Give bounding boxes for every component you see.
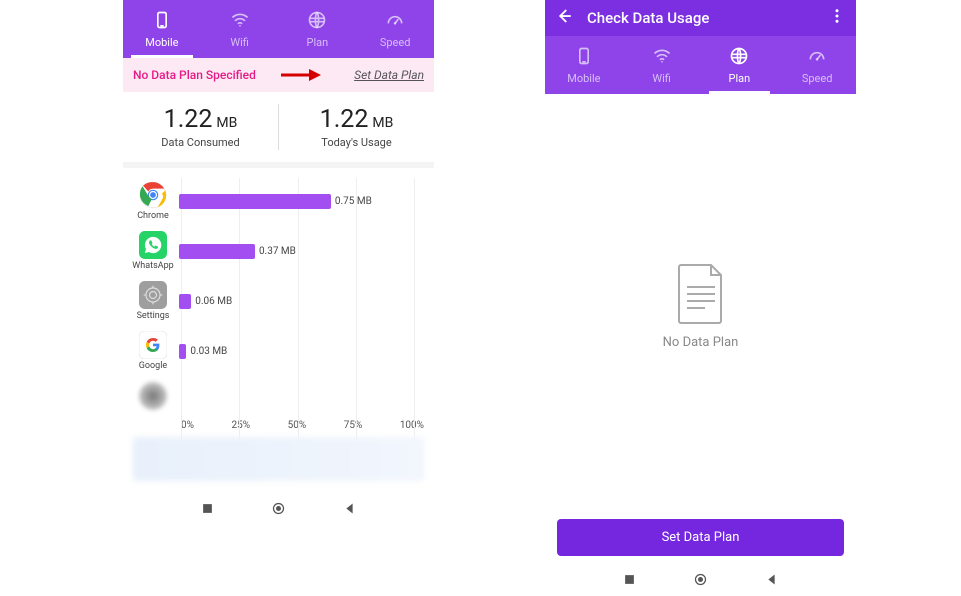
empty-state: No Data Plan — [545, 94, 856, 519]
tab-label: Plan — [729, 72, 751, 85]
set-data-plan-button[interactable]: Set Data Plan — [557, 519, 844, 556]
tab-label: Speed — [380, 36, 411, 49]
tab-plan[interactable]: Plan — [701, 36, 779, 94]
tabs-header: Mobile Wifi Plan Speed — [123, 0, 434, 58]
chart-axis: 0% 25% 50% 75% 100% — [133, 420, 424, 431]
settings-icon — [139, 281, 167, 309]
usage-value: 0.06 MB — [191, 294, 232, 309]
nav-home-icon[interactable] — [271, 501, 286, 520]
tab-label: Mobile — [145, 36, 178, 49]
stat-unit: MB — [372, 115, 393, 131]
app-bar: Check Data Usage — [545, 0, 856, 36]
app-name: Chrome — [137, 211, 169, 221]
axis-tick: 100% — [400, 420, 424, 431]
bar-track: 0.06 MB — [179, 294, 424, 309]
overflow-menu-icon[interactable] — [828, 7, 846, 29]
stat-label: Today's Usage — [321, 136, 391, 149]
android-nav-bar — [545, 566, 856, 596]
tab-label: Mobile — [567, 72, 600, 85]
alert-message: No Data Plan Specified — [133, 68, 256, 82]
app-usage-row[interactable]: Settings 0.06 MB — [133, 276, 424, 326]
nav-back-icon[interactable] — [764, 572, 779, 591]
tab-mobile[interactable]: Mobile — [123, 0, 201, 58]
nav-home-icon[interactable] — [693, 572, 708, 591]
usage-value: 0.03 MB — [186, 344, 227, 359]
google-icon — [139, 331, 167, 359]
stat-label: Data Consumed — [161, 136, 239, 149]
app-name: Settings — [137, 311, 170, 321]
plan-icon — [307, 10, 327, 33]
tab-mobile[interactable]: Mobile — [545, 36, 623, 94]
android-nav-bar — [123, 495, 434, 525]
tab-label: Speed — [802, 72, 833, 85]
tab-wifi[interactable]: Wifi — [623, 36, 701, 94]
speed-icon — [807, 46, 827, 69]
stat-consumed: 1.22 MB Data Consumed — [123, 92, 278, 162]
app-usage-row[interactable]: Google 0.03 MB — [133, 326, 424, 376]
axis-tick: 75% — [344, 420, 363, 431]
tab-label: Wifi — [230, 36, 249, 49]
annotation-arrow-icon — [281, 68, 321, 82]
axis-tick: 25% — [231, 420, 250, 431]
bar-track: 0.37 MB — [179, 244, 424, 259]
stat-value: 1.22 — [320, 105, 369, 134]
tab-wifi[interactable]: Wifi — [201, 0, 279, 58]
phone-screen-plan-tab: Check Data Usage Mobile Wifi Plan Speed — [545, 0, 856, 596]
axis-tick: 0% — [181, 420, 194, 431]
stat-value: 1.22 — [164, 105, 213, 134]
redacted-app-row — [133, 376, 424, 416]
tab-label: Wifi — [652, 72, 671, 85]
stat-today: 1.22 MB Today's Usage — [279, 92, 434, 162]
phone-screen-mobile-tab: Mobile Wifi Plan Speed No Data Plan Spec… — [123, 0, 434, 525]
tab-plan[interactable]: Plan — [279, 0, 357, 58]
wifi-icon — [652, 46, 672, 69]
speed-icon — [385, 10, 405, 33]
app-bar-title: Check Data Usage — [587, 9, 709, 27]
plan-icon — [729, 46, 749, 69]
stats-row: 1.22 MB Data Consumed 1.22 MB Today's Us… — [123, 92, 434, 162]
set-data-plan-link[interactable]: Set Data Plan — [354, 68, 424, 82]
usage-bar — [179, 344, 186, 359]
app-usage-chart: Chrome 0.75 MB WhatsApp 0.37 MB — [123, 162, 434, 495]
data-plan-alert: No Data Plan Specified Set Data Plan — [123, 58, 434, 92]
tab-speed[interactable]: Speed — [356, 0, 434, 58]
bar-track: 0.75 MB — [179, 194, 424, 209]
app-usage-row[interactable]: Chrome 0.75 MB — [133, 176, 424, 226]
usage-bar — [179, 294, 191, 309]
mobile-icon — [152, 10, 172, 33]
stat-unit: MB — [216, 115, 237, 131]
usage-bar — [179, 194, 331, 209]
nav-back-icon[interactable] — [342, 501, 357, 520]
nav-recent-icon[interactable] — [622, 572, 637, 591]
redacted-icon — [139, 382, 167, 410]
wifi-icon — [230, 10, 250, 33]
document-icon — [675, 263, 727, 325]
whatsapp-icon — [139, 231, 167, 259]
app-name: WhatsApp — [132, 261, 173, 271]
tabs-header: Mobile Wifi Plan Speed — [545, 36, 856, 94]
app-name: Google — [139, 361, 167, 371]
tab-speed[interactable]: Speed — [778, 36, 856, 94]
bar-track: 0.03 MB — [179, 344, 424, 359]
usage-bar — [179, 244, 255, 259]
tab-label: Plan — [307, 36, 329, 49]
axis-tick: 50% — [288, 420, 307, 431]
usage-value: 0.37 MB — [255, 244, 296, 259]
nav-recent-icon[interactable] — [200, 501, 215, 520]
empty-text: No Data Plan — [663, 335, 739, 350]
app-usage-row[interactable]: WhatsApp 0.37 MB — [133, 226, 424, 276]
usage-value: 0.75 MB — [331, 194, 372, 209]
back-icon[interactable] — [555, 7, 573, 29]
chrome-icon — [139, 181, 167, 209]
mobile-icon — [574, 46, 594, 69]
redacted-footer — [133, 437, 424, 481]
